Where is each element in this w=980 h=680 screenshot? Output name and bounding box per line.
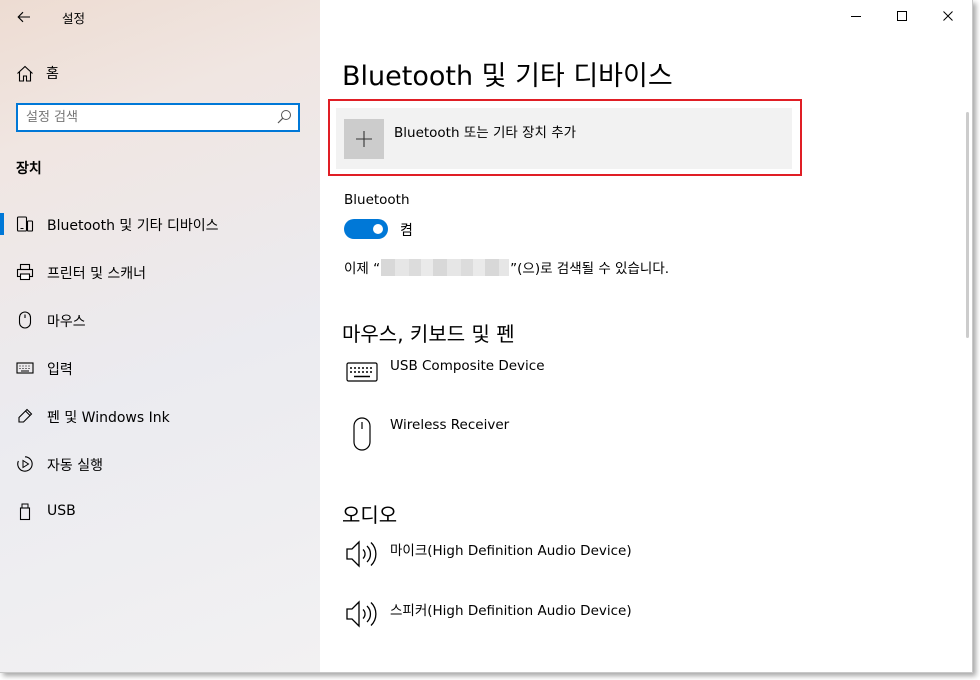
- mouse-icon: [353, 417, 371, 451]
- device-name: 스피커(High Definition Audio Device): [390, 603, 632, 619]
- bluetooth-devices-icon: [16, 216, 34, 232]
- blurred-device-name: [381, 258, 510, 276]
- sidebar-item-mouse[interactable]: 마우스: [0, 296, 320, 344]
- sidebar-item-label: USB: [47, 503, 76, 519]
- app-title: 설정: [62, 11, 86, 26]
- mouse-icon: [18, 311, 32, 329]
- search-icon: [277, 110, 291, 124]
- sidebar-item-printers[interactable]: 프린터 및 스캐너: [0, 248, 320, 296]
- device-item[interactable]: USB Composite Device: [344, 358, 844, 402]
- sidebar-item-usb[interactable]: USB: [0, 488, 320, 536]
- group-title-audio: 오디오: [342, 503, 398, 527]
- add-device-label: Bluetooth 또는 기타 장치 추가: [394, 125, 577, 141]
- search-input[interactable]: [26, 105, 266, 130]
- sidebar-item-label: 마우스: [47, 314, 86, 330]
- home-label: 홈: [46, 66, 59, 82]
- main-content: Bluetooth 및 기타 디바이스 Bluetooth 또는 기타 장치 추…: [320, 0, 972, 672]
- sidebar-item-label: 프린터 및 스캐너: [47, 266, 147, 282]
- device-name: Wireless Receiver: [390, 417, 510, 433]
- device-name: 마이크(High Definition Audio Device): [390, 543, 632, 559]
- discover-suffix: ”(으)로 검색될 수 있습니다.: [510, 261, 670, 277]
- search-button[interactable]: [276, 109, 294, 127]
- toggle-knob: [373, 224, 383, 234]
- sidebar-nav: Bluetooth 및 기타 디바이스 프린터 및 스캐너 마우스 입력 펜 및…: [0, 200, 320, 536]
- sidebar-item-label: 펜 및 Windows Ink: [47, 410, 170, 426]
- device-name: USB Composite Device: [390, 358, 545, 374]
- pen-icon: [18, 408, 33, 423]
- sidebar-item-label: Bluetooth 및 기타 디바이스: [47, 218, 219, 234]
- section-title: 장치: [16, 161, 42, 177]
- bluetooth-label: Bluetooth: [344, 192, 410, 208]
- speaker-icon: [346, 600, 377, 628]
- settings-window: 설정 홈 장치: [0, 0, 973, 673]
- toggle-state-label: 켬: [400, 223, 413, 239]
- device-item[interactable]: 마이크(High Definition Audio Device): [344, 539, 844, 583]
- discoverable-text: 이제 “ ”(으)로 검색될 수 있습니다.: [344, 257, 669, 277]
- sidebar-item-label: 입력: [47, 362, 73, 378]
- active-indicator: [0, 213, 4, 235]
- search-box[interactable]: [16, 103, 300, 132]
- sidebar-item-autoplay[interactable]: 자동 실행: [0, 440, 320, 488]
- keyboard-icon: [346, 362, 378, 382]
- back-button[interactable]: [8, 2, 40, 32]
- page-title: Bluetooth 및 기타 디바이스: [342, 61, 673, 92]
- plus-tile: [344, 119, 384, 159]
- usb-icon: [19, 503, 31, 521]
- sidebar-item-label: 자동 실행: [47, 458, 103, 474]
- home-icon: [17, 65, 33, 82]
- plus-icon: [356, 131, 372, 147]
- sidebar: 설정 홈 장치: [0, 0, 320, 672]
- sidebar-item-home[interactable]: 홈: [16, 63, 59, 83]
- sidebar-item-typing[interactable]: 입력: [0, 344, 320, 392]
- sidebar-item-bluetooth[interactable]: Bluetooth 및 기타 디바이스: [0, 200, 320, 248]
- back-arrow-icon: [17, 11, 30, 23]
- device-item[interactable]: 스피커(High Definition Audio Device): [344, 599, 844, 643]
- bluetooth-toggle[interactable]: [344, 219, 388, 239]
- speaker-icon: [346, 540, 377, 568]
- autoplay-icon: [17, 456, 33, 472]
- discover-prefix: 이제 “: [344, 261, 381, 277]
- printer-icon: [16, 263, 34, 281]
- device-item[interactable]: Wireless Receiver: [344, 417, 844, 461]
- add-device-button[interactable]: Bluetooth 또는 기타 장치 추가: [336, 108, 792, 169]
- sidebar-item-pen[interactable]: 펜 및 Windows Ink: [0, 392, 320, 440]
- keyboard-icon: [16, 362, 34, 374]
- scrollbar[interactable]: [966, 112, 969, 338]
- group-title-input-devices: 마우스, 키보드 및 펜: [342, 322, 515, 346]
